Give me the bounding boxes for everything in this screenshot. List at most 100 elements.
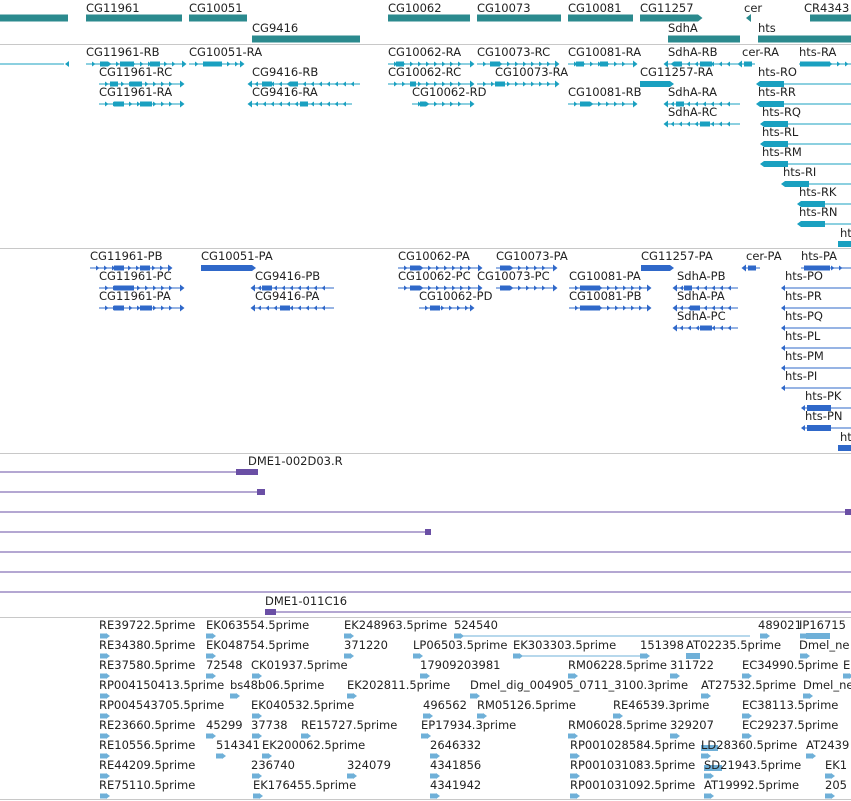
CG10081-RB-chevron[interactable] (606, 101, 610, 107)
CG10062-RD-chevron[interactable] (434, 101, 438, 107)
clone-end[interactable] (425, 529, 431, 535)
SdhA-RC-end[interactable] (663, 120, 669, 128)
hts-transcript-arrow[interactable] (760, 161, 764, 167)
CG11961-RA-chevron[interactable] (105, 101, 109, 107)
est-label[interactable]: 4341942 (430, 779, 481, 792)
est-glyph[interactable] (216, 753, 222, 759)
transcript-label[interactable]: hts-RM (762, 146, 802, 159)
est-label[interactable]: LD28360.5prime (701, 739, 797, 752)
protein-label[interactable]: hts-PN (805, 410, 842, 423)
SdhA-RA-chevron[interactable] (718, 101, 723, 107)
CG9416-RA-chevron[interactable] (318, 101, 323, 107)
clone-end[interactable] (257, 489, 265, 495)
CG11961-RA-end[interactable] (180, 100, 185, 108)
SdhA-PC-chevron[interactable] (719, 325, 724, 331)
CG11961-RB-chevron[interactable] (92, 61, 96, 67)
est-label[interactable]: RE37580.5prime (99, 659, 195, 672)
protein-label[interactable]: hts-PK (805, 390, 841, 403)
CG10081-RA-chevron[interactable] (614, 61, 618, 67)
CG9416-RA-chevron[interactable] (342, 101, 347, 107)
est-glyph[interactable] (206, 733, 212, 739)
CG10081-RA-chevron[interactable] (590, 61, 594, 67)
CG9416-PA-chevron[interactable] (297, 305, 302, 311)
SdhA-RB-chevron[interactable] (726, 61, 731, 67)
est-label[interactable]: EK248963.5prime (344, 619, 447, 632)
est-label[interactable]: Dmel_dig_004905_0711_3100.3prime (470, 679, 688, 692)
protein-label[interactable]: CG10073-PA (496, 250, 568, 263)
gene-label[interactable]: CG10073 (477, 2, 531, 15)
est-label[interactable]: RE75110.5prime (99, 779, 195, 792)
protein-label[interactable]: ht (840, 431, 851, 444)
est-label[interactable]: RM05126.5prime (477, 699, 576, 712)
est-label[interactable]: 72548 (206, 659, 243, 672)
protein-label[interactable]: CG9416-PA (255, 290, 319, 303)
CG10051-RA-chevron[interactable] (227, 61, 231, 67)
est-glyph-arrow[interactable] (350, 653, 354, 659)
gene-label[interactable]: CG9416 (252, 22, 298, 35)
protein-label[interactable]: CG9416-PB (255, 270, 320, 283)
CG10081-RA-end[interactable] (633, 60, 638, 68)
transcript-label[interactable]: hts-RN (799, 206, 838, 219)
CG9416-PB-chevron[interactable] (321, 285, 326, 291)
est-label[interactable]: AT2439 (806, 739, 849, 752)
CG11961-RA-chevron[interactable] (169, 101, 173, 107)
est-label[interactable]: EK200062.5prime (262, 739, 365, 752)
CG10081-PB-chevron[interactable] (631, 305, 635, 311)
CG10073-PC-end[interactable] (553, 284, 558, 292)
CG10062-PD-chevron[interactable] (465, 305, 469, 311)
transcript-label[interactable]: SdhA-RA (668, 86, 717, 99)
SdhA-RA-chevron[interactable] (726, 101, 731, 107)
protein-label[interactable]: CG10062-PD (419, 290, 492, 303)
gene-bar[interactable] (388, 14, 470, 22)
CG10062-PD-chevron[interactable] (441, 305, 445, 311)
est-label[interactable]: SD21943.5prime (704, 759, 801, 772)
SdhA-PC-chevron[interactable] (679, 325, 684, 331)
CG11961-PA-chevron[interactable] (137, 305, 141, 311)
CG11961-PA-chevron[interactable] (169, 305, 173, 311)
CG11961-RB-end[interactable] (182, 60, 187, 68)
CG10073-PC-chevron[interactable] (542, 285, 546, 291)
est-label[interactable]: 371220 (344, 639, 388, 652)
CG9416-RB-chevron[interactable] (334, 81, 339, 87)
CG10081-PB-chevron[interactable] (607, 305, 611, 311)
CG10073-RA-chevron[interactable] (547, 81, 551, 87)
transcript-label[interactable]: CG10062-RD (412, 86, 487, 99)
est-glyph[interactable] (430, 793, 436, 799)
CG10073-RC-chevron[interactable] (483, 61, 487, 67)
gene-label[interactable]: CG10051 (189, 2, 243, 15)
est-label[interactable]: RE23660.5prime (99, 719, 195, 732)
transcript-label[interactable]: hts-RK (799, 186, 836, 199)
hts-PA-chevron[interactable] (831, 265, 835, 271)
est-label[interactable]: 205 (825, 779, 847, 792)
est-label[interactable]: AT02235.5prime (686, 639, 781, 652)
CG9416-PA-chevron[interactable] (265, 305, 270, 311)
transcript-label[interactable]: hts-RL (762, 126, 798, 139)
transcript-label[interactable]: SdhA-RB (668, 46, 718, 59)
CG10081-RB-chevron[interactable] (614, 101, 618, 107)
protein-label[interactable]: hts-PM (785, 350, 824, 363)
protein-label[interactable]: SdhA-PA (677, 290, 725, 303)
est-label[interactable]: RP001028584.5prime (570, 739, 695, 752)
genome-browser-tracks[interactable]: CG11961 CG10051 CG9416 CG10062 CG10073 C… (0, 0, 851, 801)
CG10062-PC-chevron[interactable] (404, 285, 408, 291)
protein-label[interactable]: CG11961-PC (99, 270, 172, 283)
CG10073-PC-chevron[interactable] (534, 285, 538, 291)
est-glyph-arrow[interactable] (222, 753, 226, 759)
SdhA-PB-chevron[interactable] (727, 285, 732, 291)
CG10073-RA-chevron[interactable] (531, 81, 535, 87)
clone-end[interactable] (845, 509, 851, 515)
est-label[interactable]: CK01937.5prime (251, 659, 348, 672)
hts-RA-chevron[interactable] (829, 61, 833, 67)
gene-label[interactable]: CG11961 (86, 2, 140, 15)
transcript-a-arrow[interactable] (65, 61, 69, 67)
protein-label[interactable]: SdhA-PB (677, 270, 725, 283)
CG10073-RA-chevron[interactable] (515, 81, 519, 87)
CG10073-PA-end[interactable] (553, 264, 558, 272)
transcript-label[interactable]: SdhA-RC (668, 106, 717, 119)
hts-protein-arrow[interactable] (781, 385, 785, 391)
hts-protein-arrow[interactable] (801, 425, 805, 431)
hts-transcript-exon[interactable] (801, 221, 825, 227)
CG9416-PA-chevron[interactable] (289, 305, 294, 311)
CG11961-RC-end[interactable] (180, 80, 185, 88)
protein-label[interactable]: CG11257-PA (641, 250, 713, 263)
